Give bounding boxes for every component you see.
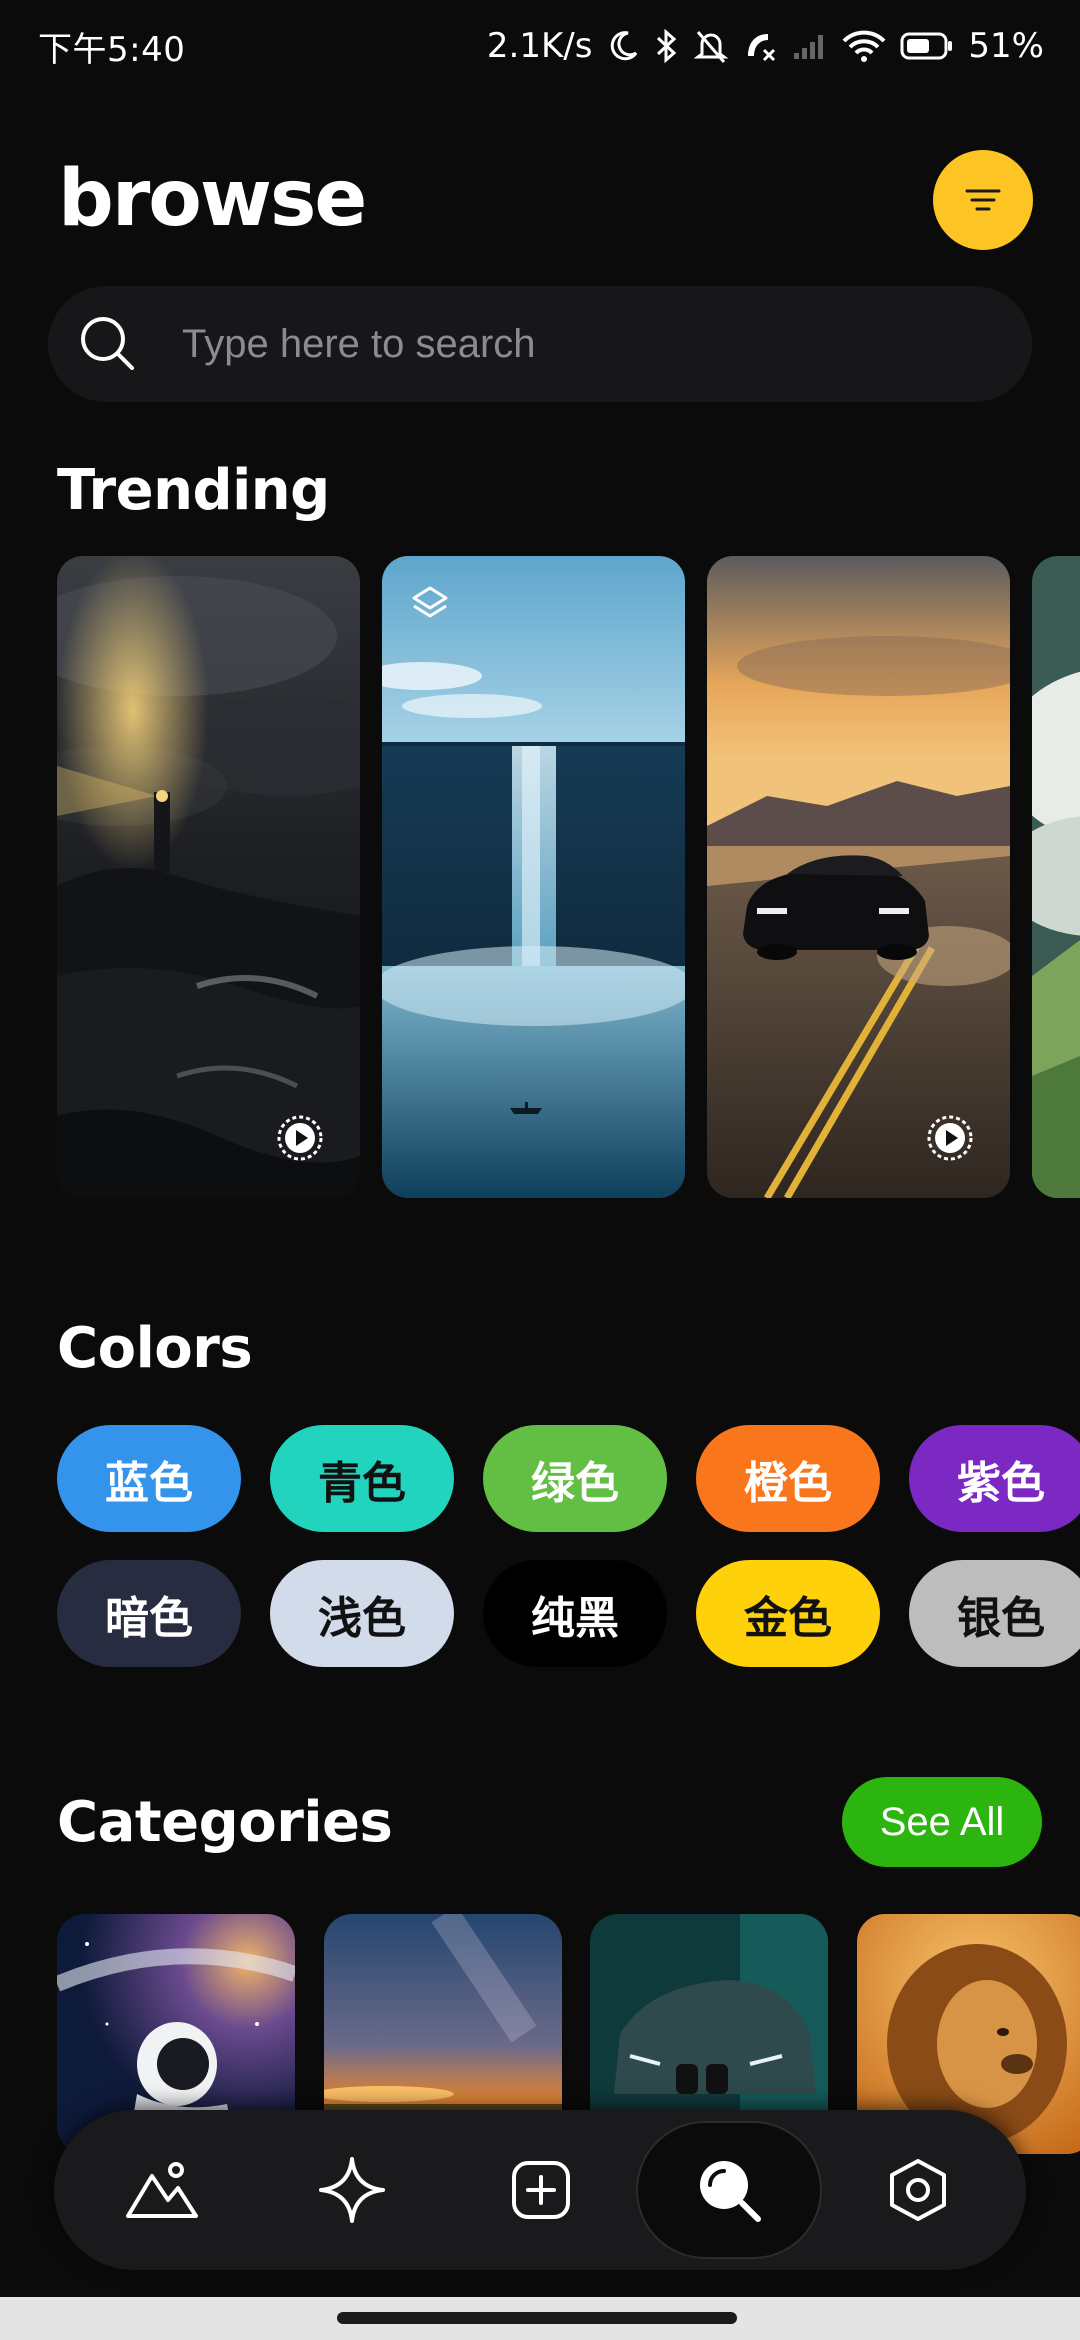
colors-title: Colors bbox=[57, 1316, 253, 1381]
search-icon bbox=[81, 317, 134, 370]
signal-icon bbox=[792, 31, 828, 61]
waterfall-image bbox=[382, 556, 685, 1198]
status-icons: 2.1K/s 51% bbox=[487, 26, 1044, 66]
nav-wallpapers[interactable] bbox=[92, 2110, 232, 2270]
see-all-button[interactable]: See All bbox=[842, 1777, 1042, 1867]
battery-icon bbox=[900, 31, 954, 61]
nav-add[interactable] bbox=[471, 2110, 611, 2270]
color-chip[interactable]: 纯黑 bbox=[483, 1560, 667, 1667]
gesture-bar bbox=[0, 2297, 1080, 2340]
color-chip[interactable]: 暗色 bbox=[57, 1560, 241, 1667]
live-play-icon bbox=[927, 1115, 973, 1161]
nav-browse[interactable] bbox=[659, 2110, 799, 2270]
color-chip[interactable]: 紫色 bbox=[909, 1425, 1080, 1532]
nav-ai[interactable] bbox=[282, 2110, 422, 2270]
search-bar[interactable] bbox=[48, 286, 1032, 402]
ai-sparkle-icon bbox=[319, 2157, 385, 2223]
settings-icon bbox=[890, 2159, 946, 2221]
status-bar: 下午5:40 2.1K/s 51% bbox=[0, 0, 1080, 92]
status-time: 下午5:40 bbox=[38, 29, 186, 70]
color-chip[interactable]: 青色 bbox=[270, 1425, 454, 1532]
lighthouse-image bbox=[57, 556, 360, 1198]
header: browse bbox=[0, 130, 1080, 270]
live-play-icon bbox=[277, 1115, 323, 1161]
filter-lines-icon bbox=[965, 189, 1001, 211]
bottom-navigation bbox=[54, 2110, 1026, 2270]
net-speed: 2.1K/s bbox=[486, 26, 593, 66]
add-icon bbox=[512, 2161, 570, 2219]
battery-percent: 51% bbox=[968, 26, 1044, 66]
wifi-icon bbox=[842, 29, 886, 63]
trending-card-waterfall[interactable] bbox=[382, 556, 685, 1198]
trending-card-lighthouse[interactable] bbox=[57, 556, 360, 1198]
car-image bbox=[707, 556, 1010, 1198]
call-icon bbox=[742, 28, 778, 64]
page-title: browse bbox=[58, 154, 367, 244]
trending-card-car[interactable] bbox=[707, 556, 1010, 1198]
categories-title: Categories bbox=[57, 1790, 393, 1855]
color-chip[interactable]: 橙色 bbox=[696, 1425, 880, 1532]
color-chip[interactable]: 银色 bbox=[909, 1560, 1080, 1667]
bluetooth-icon bbox=[654, 28, 680, 64]
trending-title: Trending bbox=[57, 458, 330, 523]
mountain-image bbox=[1032, 556, 1080, 1198]
bell-off-icon bbox=[694, 28, 729, 64]
nav-settings[interactable] bbox=[848, 2110, 988, 2270]
color-chip[interactable]: 蓝色 bbox=[57, 1425, 241, 1532]
home-indicator[interactable] bbox=[337, 2312, 737, 2324]
filter-button[interactable] bbox=[933, 150, 1033, 250]
trending-card-mountain[interactable] bbox=[1032, 556, 1080, 1198]
browse-search-icon bbox=[700, 2161, 761, 2222]
color-chip[interactable]: 浅色 bbox=[270, 1560, 454, 1667]
trending-carousel[interactable] bbox=[0, 556, 1080, 1198]
layers-icon bbox=[412, 586, 448, 618]
color-chip[interactable]: 绿色 bbox=[483, 1425, 667, 1532]
moon-icon bbox=[606, 29, 640, 63]
wallpapers-icon bbox=[126, 2162, 198, 2218]
color-chip[interactable]: 金色 bbox=[696, 1560, 880, 1667]
search-input[interactable] bbox=[182, 286, 982, 402]
